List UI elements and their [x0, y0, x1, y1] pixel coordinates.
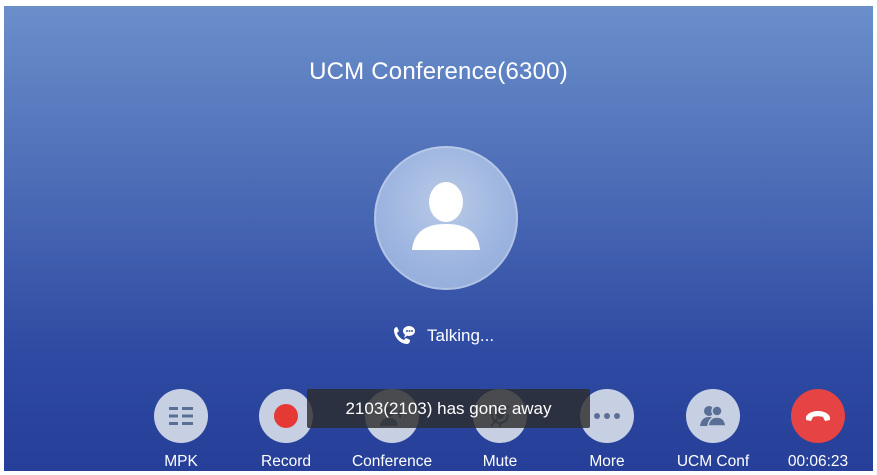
mpk-button[interactable]: MPK — [141, 389, 221, 471]
grid-list-icon — [169, 407, 193, 425]
more-label: More — [589, 453, 625, 470]
ucm-conf-button[interactable]: UCM Conf — [673, 389, 753, 471]
more-dots-icon — [594, 413, 620, 419]
phone-chat-icon — [394, 326, 415, 344]
record-dot-icon — [274, 404, 298, 428]
end-call-icon — [806, 411, 830, 421]
hangup-button[interactable]: 00:06:23 — [778, 389, 858, 471]
call-status: Talking... — [391, 323, 494, 349]
mute-label: Mute — [482, 453, 518, 470]
status-text: Talking... — [427, 326, 495, 345]
hangup-circle — [791, 389, 845, 443]
conference-label: Conference — [351, 453, 433, 470]
group-users-icon — [700, 405, 727, 427]
contact-avatar — [374, 146, 518, 290]
call-duration: 00:06:23 — [787, 453, 849, 470]
ucm-conf-label: UCM Conf — [676, 453, 750, 470]
mpk-label: MPK — [164, 453, 198, 470]
ucm-conf-circle — [686, 389, 740, 443]
notification-toast: 2103(2103) has gone away — [307, 389, 590, 428]
record-circle — [259, 389, 313, 443]
call-screen: UCM Conference(6300) Talking... MPK Reco… — [4, 6, 873, 471]
mpk-circle — [154, 389, 208, 443]
record-label: Record — [261, 453, 311, 470]
call-title: UCM Conference(6300) — [309, 58, 568, 85]
person-silhouette-icon — [412, 182, 480, 250]
